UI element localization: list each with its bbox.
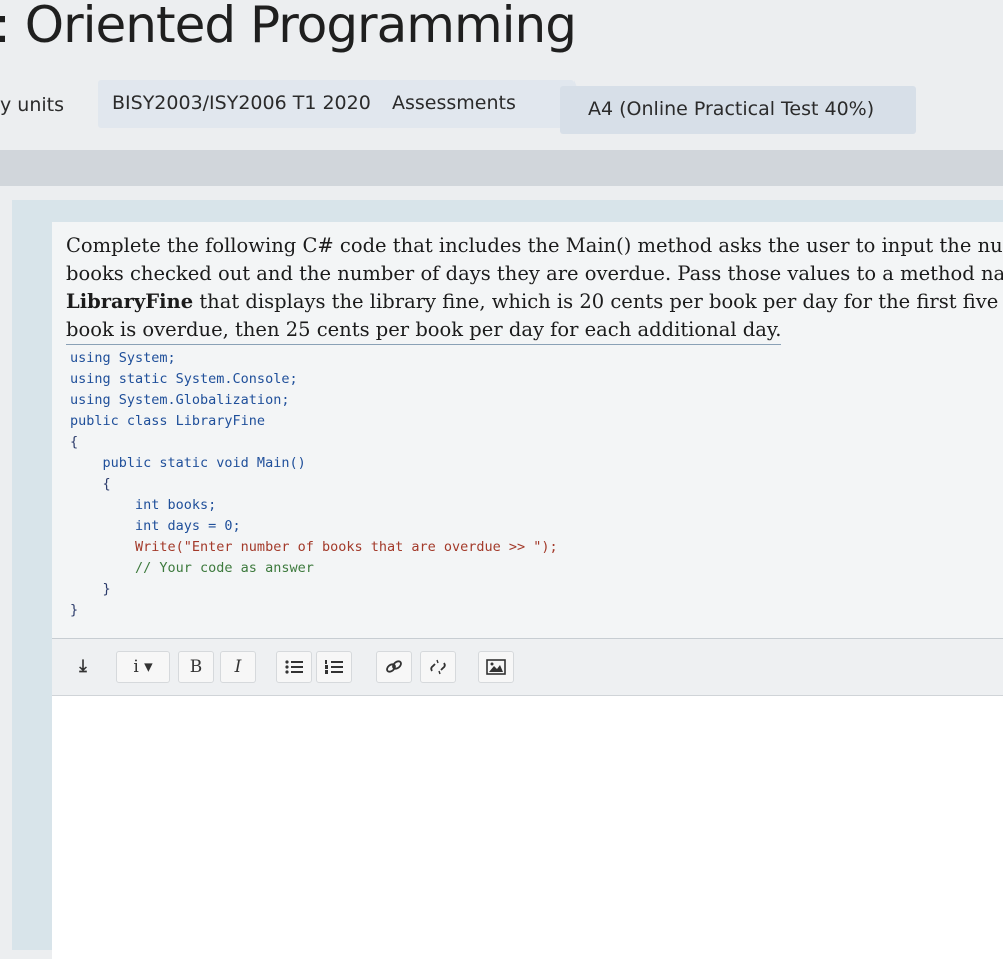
question-line-1: Complete the following C# code that incl… — [66, 234, 1003, 257]
question-line-3-text: that displays the library fine, which is… — [199, 290, 1003, 313]
breadcrumb-current-assessment[interactable]: A4 (Online Practical Test 40%) — [560, 86, 916, 134]
code-line: } — [70, 602, 79, 618]
image-glyph — [486, 659, 506, 675]
code-line: using System.Globalization; — [70, 392, 290, 408]
ordered-list-glyph — [325, 660, 343, 674]
page-title: : Oriented Programming — [0, 0, 577, 54]
answer-editor: ⤓ i ▾ B I — [52, 638, 1003, 959]
question-text: Complete the following C# code that incl… — [66, 232, 1003, 345]
code-line: { — [70, 476, 111, 492]
code-line: using System; — [70, 350, 176, 366]
link-icon[interactable] — [376, 651, 412, 683]
question-line-2: books checked out and the number of days… — [66, 262, 1003, 285]
unlink-glyph — [430, 659, 446, 675]
breadcrumb-course[interactable]: BISY2003/ISY2006 T1 2020 — [98, 80, 392, 128]
code-line: { — [70, 434, 79, 450]
unlink-icon[interactable] — [420, 651, 456, 683]
breadcrumb-assessments[interactable]: Assessments — [378, 80, 584, 128]
breadcrumb-my-units[interactable]: y units — [0, 82, 64, 130]
unordered-list-glyph — [285, 660, 303, 674]
code-line: int days = 0; — [70, 518, 241, 534]
collapse-toolbar-icon[interactable]: ⤓ — [70, 651, 96, 681]
question-panel: Complete the following C# code that incl… — [12, 200, 1003, 959]
code-line: public static void Main() — [70, 455, 306, 471]
code-line: public class LibraryFine — [70, 413, 266, 429]
breadcrumb: y units BISY2003/ISY2006 T1 2020 Assessm… — [0, 80, 1003, 134]
link-glyph — [386, 660, 402, 673]
section-divider — [0, 150, 1003, 186]
code-line: Write("Enter number of books that are ov… — [70, 539, 558, 555]
paragraph-style-icon[interactable]: i ▾ — [116, 651, 170, 683]
code-snippet: using System; using static System.Console… — [70, 348, 558, 621]
code-line: // Your code as answer — [70, 560, 314, 576]
ordered-list-icon[interactable] — [316, 651, 352, 683]
question-bold-term: LibraryFine — [66, 290, 194, 313]
question-line-3: LibraryFine that displays the library fi… — [66, 288, 1003, 316]
image-icon[interactable] — [478, 651, 514, 683]
editor-toolbar: ⤓ i ▾ B I — [52, 639, 1003, 696]
answer-text-area[interactable] — [52, 697, 1003, 957]
italic-icon[interactable]: I — [220, 651, 256, 683]
bold-icon[interactable]: B — [178, 651, 214, 683]
code-line: } — [70, 581, 111, 597]
question-line-4: book is overdue, then 25 cents per book … — [66, 316, 782, 345]
code-line: using static System.Console; — [70, 371, 298, 387]
question-content: Complete the following C# code that incl… — [52, 222, 1003, 642]
unordered-list-icon[interactable] — [276, 651, 312, 683]
code-line: int books; — [70, 497, 217, 513]
